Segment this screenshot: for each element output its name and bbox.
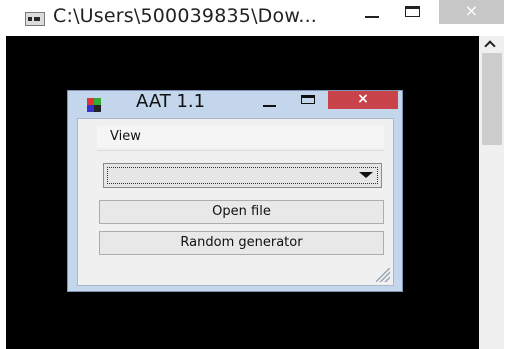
dropdown-value bbox=[107, 167, 378, 184]
console-app-icon[interactable] bbox=[25, 12, 45, 26]
resize-grip-icon[interactable] bbox=[376, 268, 390, 282]
aat-dialog: AAT 1.1 × View Open file Random generato… bbox=[67, 90, 403, 292]
close-icon[interactable]: × bbox=[328, 91, 398, 109]
close-icon[interactable]: × bbox=[439, 0, 504, 24]
maximize-icon[interactable] bbox=[301, 95, 315, 104]
menu-item-view[interactable]: View bbox=[110, 129, 141, 144]
scroll-thumb[interactable] bbox=[482, 53, 502, 145]
dialog-body: View Open file Random generator bbox=[77, 118, 394, 286]
minimize-icon[interactable] bbox=[365, 16, 379, 18]
random-generator-button[interactable]: Random generator bbox=[99, 231, 384, 255]
menu-divider bbox=[97, 150, 384, 151]
open-file-button[interactable]: Open file bbox=[99, 200, 384, 224]
file-select-dropdown[interactable] bbox=[103, 163, 382, 188]
aat-app-icon[interactable] bbox=[85, 96, 103, 114]
console-window-title: C:\Users\500039835\Dow... bbox=[53, 5, 318, 27]
menu-bar: View bbox=[97, 126, 384, 148]
vertical-scrollbar[interactable] bbox=[479, 36, 504, 349]
dropdown-arrow-icon[interactable] bbox=[359, 172, 373, 178]
minimize-icon[interactable] bbox=[263, 105, 276, 107]
scroll-up-arrow-icon[interactable] bbox=[479, 36, 504, 52]
dialog-title: AAT 1.1 bbox=[136, 91, 206, 112]
maximize-icon[interactable] bbox=[405, 6, 420, 17]
console-titlebar[interactable]: C:\Users\500039835\Dow... × bbox=[0, 0, 518, 40]
